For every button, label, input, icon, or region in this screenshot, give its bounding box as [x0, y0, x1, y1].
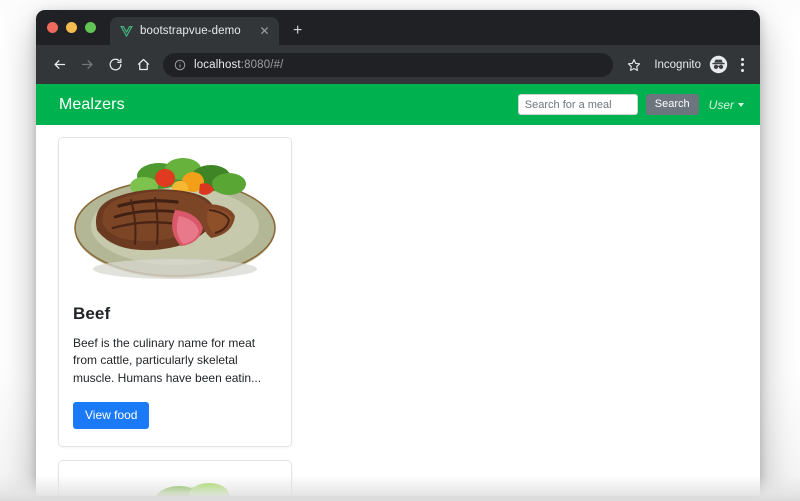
minimize-window-button[interactable]: [66, 22, 77, 33]
window-controls: [47, 10, 110, 45]
maximize-window-button[interactable]: [85, 22, 96, 33]
info-circle-icon[interactable]: [174, 59, 186, 71]
arrow-right-icon[interactable]: [74, 52, 100, 78]
caret-down-icon: [738, 102, 744, 107]
search-input[interactable]: [517, 94, 638, 115]
browser-tab-title: bootstrapvue-demo: [140, 25, 241, 37]
meal-card-text: Beef is the culinary name for meat from …: [73, 336, 262, 385]
screenshot-root: bootstrapvue-demo ✕ + localhost:8080/#/ …: [0, 0, 800, 501]
meal-card[interactable]: Beef Beef is the culinary name for meat …: [58, 137, 292, 448]
navbar-right-group: Search User: [517, 94, 744, 115]
star-icon[interactable]: [622, 53, 646, 77]
search-button[interactable]: Search: [645, 94, 699, 115]
arrow-left-icon[interactable]: [46, 52, 72, 78]
meal-card[interactable]: [58, 460, 292, 496]
incognito-label: Incognito: [654, 58, 701, 71]
page-content: Beef Beef is the culinary name for meat …: [36, 125, 760, 496]
browser-tab-strip: bootstrapvue-demo ✕ +: [36, 10, 760, 45]
navbar-brand[interactable]: Mealzers: [59, 96, 125, 114]
vue-logo-icon: [120, 25, 133, 37]
browser-toolbar: localhost:8080/#/ Incognito: [36, 45, 760, 84]
reload-icon[interactable]: [102, 52, 128, 78]
url-host: localhost: [194, 58, 241, 71]
meal-card-title: Beef: [73, 304, 111, 323]
three-dots-vertical-icon[interactable]: [732, 53, 752, 77]
raw-chicken-with-lettuce-image: [59, 461, 291, 496]
browser-tab[interactable]: bootstrapvue-demo ✕: [110, 17, 279, 45]
close-window-button[interactable]: [47, 22, 58, 33]
url-path: :8080/#/: [240, 58, 284, 71]
user-dropdown[interactable]: User: [709, 98, 744, 112]
incognito-spy-icon[interactable]: [709, 55, 728, 74]
new-tab-button[interactable]: +: [293, 23, 302, 39]
app-navbar: Mealzers Search User: [36, 84, 760, 125]
beef-steak-on-plate-image: [59, 138, 291, 290]
browser-window: bootstrapvue-demo ✕ + localhost:8080/#/ …: [36, 10, 760, 496]
page-viewport: Mealzers Search User: [36, 84, 760, 496]
address-bar[interactable]: localhost:8080/#/: [163, 52, 614, 77]
meal-card-body: Beef Beef is the culinary name for meat …: [59, 290, 291, 446]
user-dropdown-label: User: [708, 97, 734, 112]
close-icon[interactable]: ✕: [258, 25, 271, 37]
address-bar-url: localhost:8080/#/: [194, 59, 284, 71]
home-icon[interactable]: [130, 52, 156, 78]
view-food-button[interactable]: View food: [73, 402, 150, 430]
